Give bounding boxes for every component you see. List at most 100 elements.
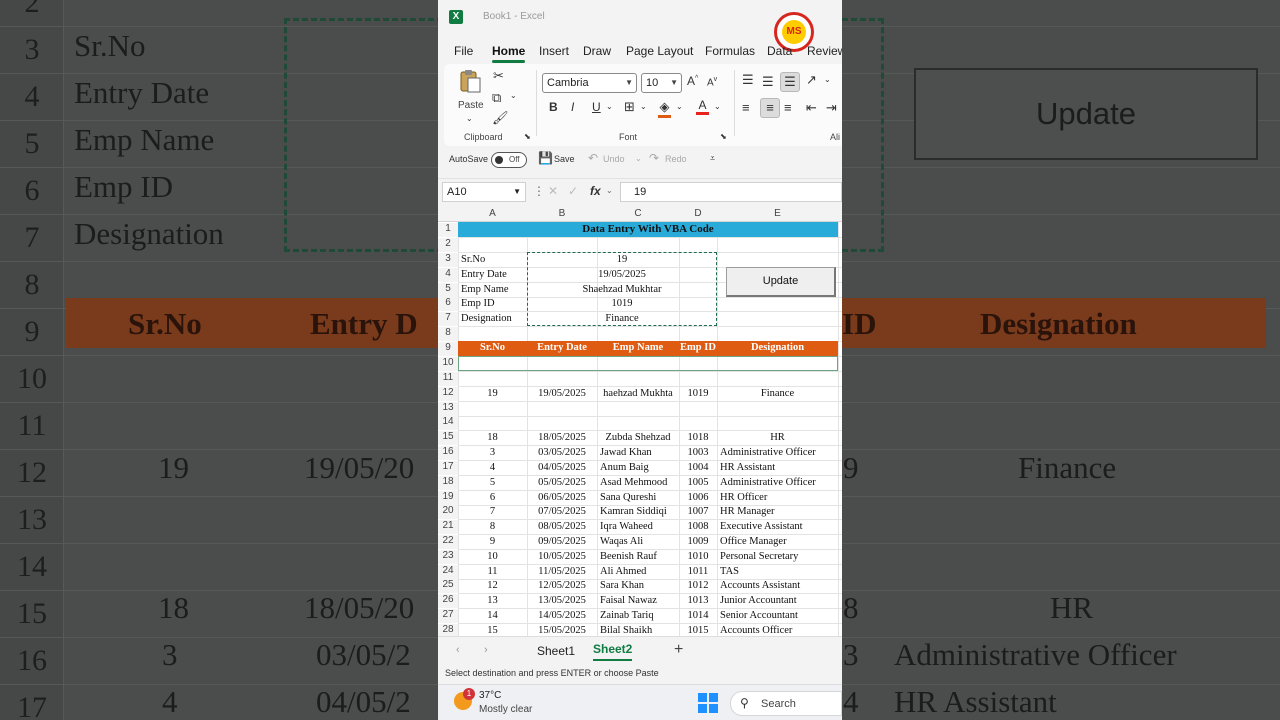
windows-start-icon[interactable]: [698, 693, 718, 713]
tab-review[interactable]: Review: [807, 44, 842, 58]
tab-formulas[interactable]: Formulas: [705, 44, 755, 58]
align-right-icon[interactable]: ≡: [784, 100, 792, 115]
table-cell-sr[interactable]: 14: [458, 610, 527, 621]
column-header-b[interactable]: B: [527, 208, 597, 219]
fill-color-dropdown-icon[interactable]: ⌄: [676, 102, 683, 111]
row-header-19[interactable]: 19: [438, 491, 458, 505]
form-label-emp-id[interactable]: Emp ID: [461, 298, 495, 309]
align-top-icon[interactable]: ☰: [742, 72, 754, 88]
next-sheet-icon[interactable]: ›: [484, 644, 488, 656]
row-header-1[interactable]: 1: [438, 223, 458, 237]
font-name-select[interactable]: Cambria ▼: [542, 73, 637, 93]
table-cell-name[interactable]: Iqra Waheed: [600, 521, 679, 532]
form-label-designation[interactable]: Designation: [461, 313, 512, 324]
row-header-17[interactable]: 17: [438, 461, 458, 475]
table-cell-id[interactable]: 1003: [679, 447, 717, 458]
row-header-3[interactable]: 3: [438, 253, 458, 267]
table-cell-date[interactable]: 11/05/2025: [527, 566, 597, 577]
function-dropdown-icon[interactable]: ⌄: [606, 186, 613, 195]
table-cell-name[interactable]: Kamran Siddiqi: [600, 506, 679, 517]
save-icon[interactable]: 💾: [538, 151, 553, 165]
table-cell-sr[interactable]: 7: [458, 506, 527, 517]
paste-button-label[interactable]: Paste: [458, 100, 484, 111]
underline-dropdown-icon[interactable]: ⌄: [606, 102, 613, 111]
increase-indent-icon[interactable]: ⇥: [826, 100, 837, 116]
undo-icon[interactable]: ↶: [588, 151, 598, 165]
tab-home[interactable]: Home: [492, 44, 526, 63]
table-cell-id[interactable]: 1010: [679, 551, 717, 562]
row-header-20[interactable]: 20: [438, 505, 458, 519]
table-cell-sr[interactable]: 3: [458, 447, 527, 458]
table-cell-name[interactable]: Ali Ahmed: [600, 566, 679, 577]
row-header-14[interactable]: 14: [438, 416, 458, 430]
table-cell-sr[interactable]: 5: [458, 477, 527, 488]
row-header-2[interactable]: 2: [438, 238, 458, 252]
table-cell-date[interactable]: 13/05/2025: [527, 595, 597, 606]
row-header-8[interactable]: 8: [438, 327, 458, 341]
table-cell-id[interactable]: 1019: [679, 388, 717, 399]
align-middle-icon[interactable]: ☰: [762, 74, 774, 90]
table-cell-sr[interactable]: 9: [458, 536, 527, 547]
clipboard-launcher-icon[interactable]: ⬊: [524, 132, 531, 141]
column-header-e[interactable]: E: [717, 208, 838, 219]
font-color-icon[interactable]: A: [696, 98, 709, 115]
weather-temperature[interactable]: 37°C: [479, 690, 501, 701]
weather-condition[interactable]: Mostly clear: [479, 704, 532, 715]
table-cell-sr[interactable]: 15: [458, 625, 527, 636]
paste-dropdown-icon[interactable]: ⌄: [466, 114, 473, 123]
table-cell-name[interactable]: Beenish Rauf: [600, 551, 679, 562]
table-cell-date[interactable]: 18/05/2025: [527, 432, 597, 443]
orientation-dropdown-icon[interactable]: ⌄: [824, 75, 831, 84]
table-cell-sr[interactable]: 8: [458, 521, 527, 532]
row-header-9[interactable]: 9: [438, 342, 458, 356]
table-cell-name[interactable]: Zainab Tariq: [600, 610, 679, 621]
table-cell-date[interactable]: 07/05/2025: [527, 506, 597, 517]
column-header-a[interactable]: A: [458, 208, 527, 219]
font-size-select[interactable]: 10 ▼: [641, 73, 682, 93]
format-painter-icon[interactable]: 🖌: [492, 110, 509, 126]
update-button[interactable]: Update: [726, 267, 836, 297]
table-cell-designation[interactable]: Accounts Officer: [720, 625, 838, 636]
more-options-icon[interactable]: ⋮: [533, 184, 545, 198]
fill-color-icon[interactable]: ◈: [658, 99, 671, 118]
italic-button[interactable]: I: [571, 100, 574, 114]
row-header-15[interactable]: 15: [438, 431, 458, 445]
table-cell-id[interactable]: 1012: [679, 580, 717, 591]
row-header-7[interactable]: 7: [438, 312, 458, 326]
redo-button[interactable]: Redo: [665, 154, 687, 164]
row-header-16[interactable]: 16: [438, 446, 458, 460]
align-center-icon[interactable]: ≡: [760, 98, 780, 118]
sheet-tab-sheet1[interactable]: Sheet1: [537, 644, 575, 658]
paste-icon[interactable]: [458, 68, 482, 94]
form-label-entry-date[interactable]: Entry Date: [461, 269, 507, 280]
cut-icon[interactable]: ✂: [493, 68, 504, 84]
add-sheet-button[interactable]: +: [674, 641, 683, 659]
table-cell-id[interactable]: 1014: [679, 610, 717, 621]
table-cell-designation[interactable]: HR Manager: [720, 506, 838, 517]
tab-page-layout[interactable]: Page Layout: [626, 44, 693, 58]
row-header-26[interactable]: 26: [438, 594, 458, 608]
table-cell-id[interactable]: 1008: [679, 521, 717, 532]
table-cell-id[interactable]: 1006: [679, 492, 717, 503]
table-cell-designation[interactable]: TAS: [720, 566, 838, 577]
row-header-28[interactable]: 28: [438, 624, 458, 636]
row-header-22[interactable]: 22: [438, 535, 458, 549]
table-header-emp-name[interactable]: Emp Name: [597, 342, 679, 353]
grow-font-icon[interactable]: A^: [687, 74, 698, 88]
table-cell-id[interactable]: 1004: [679, 462, 717, 473]
row-header-11[interactable]: 11: [438, 372, 458, 386]
table-cell-sr[interactable]: 6: [458, 492, 527, 503]
align-bottom-icon[interactable]: ☰: [780, 72, 800, 92]
table-cell-date[interactable]: 09/05/2025: [527, 536, 597, 547]
table-cell-designation[interactable]: Executive Assistant: [720, 521, 838, 532]
tab-draw[interactable]: Draw: [583, 44, 611, 58]
table-cell-date[interactable]: 04/05/2025: [527, 462, 597, 473]
table-cell-id[interactable]: 1009: [679, 536, 717, 547]
table-cell-id[interactable]: 1011: [679, 566, 717, 577]
table-cell-designation[interactable]: Administrative Officer: [720, 447, 838, 458]
tab-file[interactable]: File: [454, 44, 473, 58]
table-cell-designation[interactable]: Junior Accountant: [720, 595, 838, 606]
table-cell-designation[interactable]: Finance: [717, 388, 838, 399]
row-header-12[interactable]: 12: [438, 387, 458, 401]
row-header-23[interactable]: 23: [438, 550, 458, 564]
